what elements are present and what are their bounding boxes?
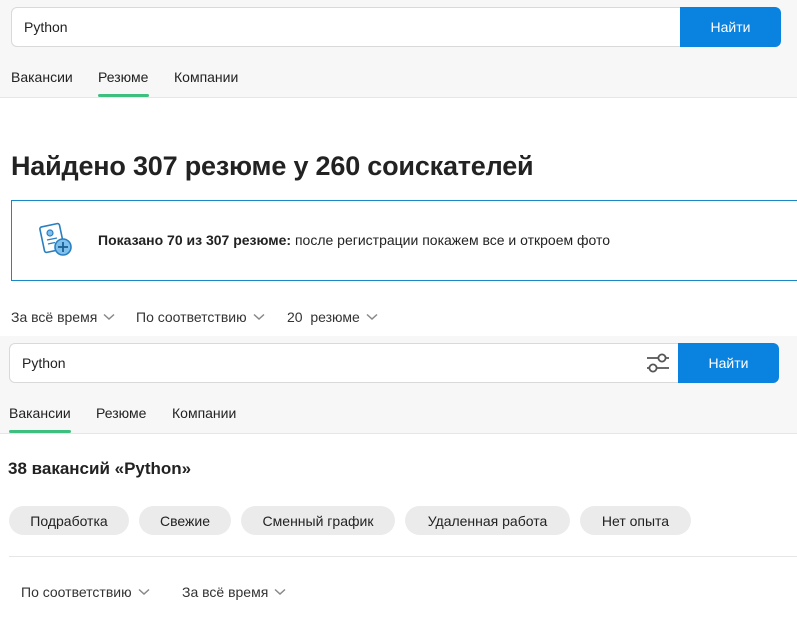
chip-label: Подработка	[30, 512, 108, 529]
top-search-button[interactable]: Найти	[680, 7, 781, 47]
resume-per-page-dropdown[interactable]: 20 резюме	[287, 309, 378, 325]
top-tab-resumes[interactable]: Резюме	[98, 69, 148, 85]
resume-sort-label: По соответствию	[136, 309, 247, 325]
chevron-down-icon	[138, 588, 150, 596]
resume-sort-dropdown[interactable]: По соответствию	[136, 309, 265, 325]
top-search-input[interactable]	[11, 7, 680, 47]
banner-message-rest: после регистрации покажем все и откроем …	[291, 232, 611, 248]
bottom-search-button[interactable]: Найти	[678, 343, 779, 383]
resume-per-page-label: 20 резюме	[287, 309, 360, 325]
chevron-down-icon	[274, 588, 286, 596]
vacancy-sort-label: По соответствию	[21, 584, 132, 600]
bottom-tab-vacancies[interactable]: Вакансии	[9, 405, 71, 421]
bottom-tab-companies[interactable]: Компании	[172, 405, 236, 421]
section-divider	[9, 556, 797, 557]
chip-fresh[interactable]: Свежие	[139, 506, 231, 535]
chevron-down-icon	[253, 313, 265, 321]
chip-remote-work[interactable]: Удаленная работа	[405, 506, 570, 535]
top-tab-companies[interactable]: Компании	[174, 69, 238, 85]
vacancy-period-label: За всё время	[182, 584, 269, 600]
banner-message-bold: Показано 70 из 307 резюме:	[98, 232, 292, 248]
chip-label: Удаленная работа	[427, 512, 548, 529]
bottom-search-input[interactable]	[9, 343, 678, 383]
vacancy-sort-dropdown[interactable]: По соответствию	[21, 584, 150, 600]
resume-period-dropdown[interactable]: За всё время	[11, 309, 115, 325]
top-tab-vacancies[interactable]: Вакансии	[11, 69, 73, 85]
registration-banner: Показано 70 из 307 резюме: после регистр…	[11, 200, 797, 281]
vacancy-period-dropdown[interactable]: За всё время	[182, 584, 286, 600]
chip-part-time[interactable]: Подработка	[9, 506, 129, 535]
chip-label: Сменный график	[262, 512, 374, 529]
resume-add-icon	[39, 222, 75, 263]
chevron-down-icon	[366, 313, 378, 321]
bottom-tab-active-indicator	[9, 430, 71, 433]
bottom-tab-resumes[interactable]: Резюме	[96, 405, 146, 421]
chip-label: Свежие	[160, 512, 210, 529]
vacancies-heading: 38 вакансий «Python»	[8, 459, 192, 478]
page-title: Найдено 307 резюме у 260 соискателей	[11, 151, 534, 181]
top-tab-active-indicator	[98, 94, 149, 97]
chip-label: Нет опыта	[601, 512, 670, 529]
chip-no-experience[interactable]: Нет опыта	[580, 506, 691, 535]
chevron-down-icon	[103, 313, 115, 321]
filter-sliders-icon[interactable]	[645, 352, 671, 379]
resume-period-label: За всё время	[11, 309, 98, 325]
chip-shift-schedule[interactable]: Сменный график	[241, 506, 395, 535]
banner-message: Показано 70 из 307 резюме: после регистр…	[98, 232, 610, 248]
